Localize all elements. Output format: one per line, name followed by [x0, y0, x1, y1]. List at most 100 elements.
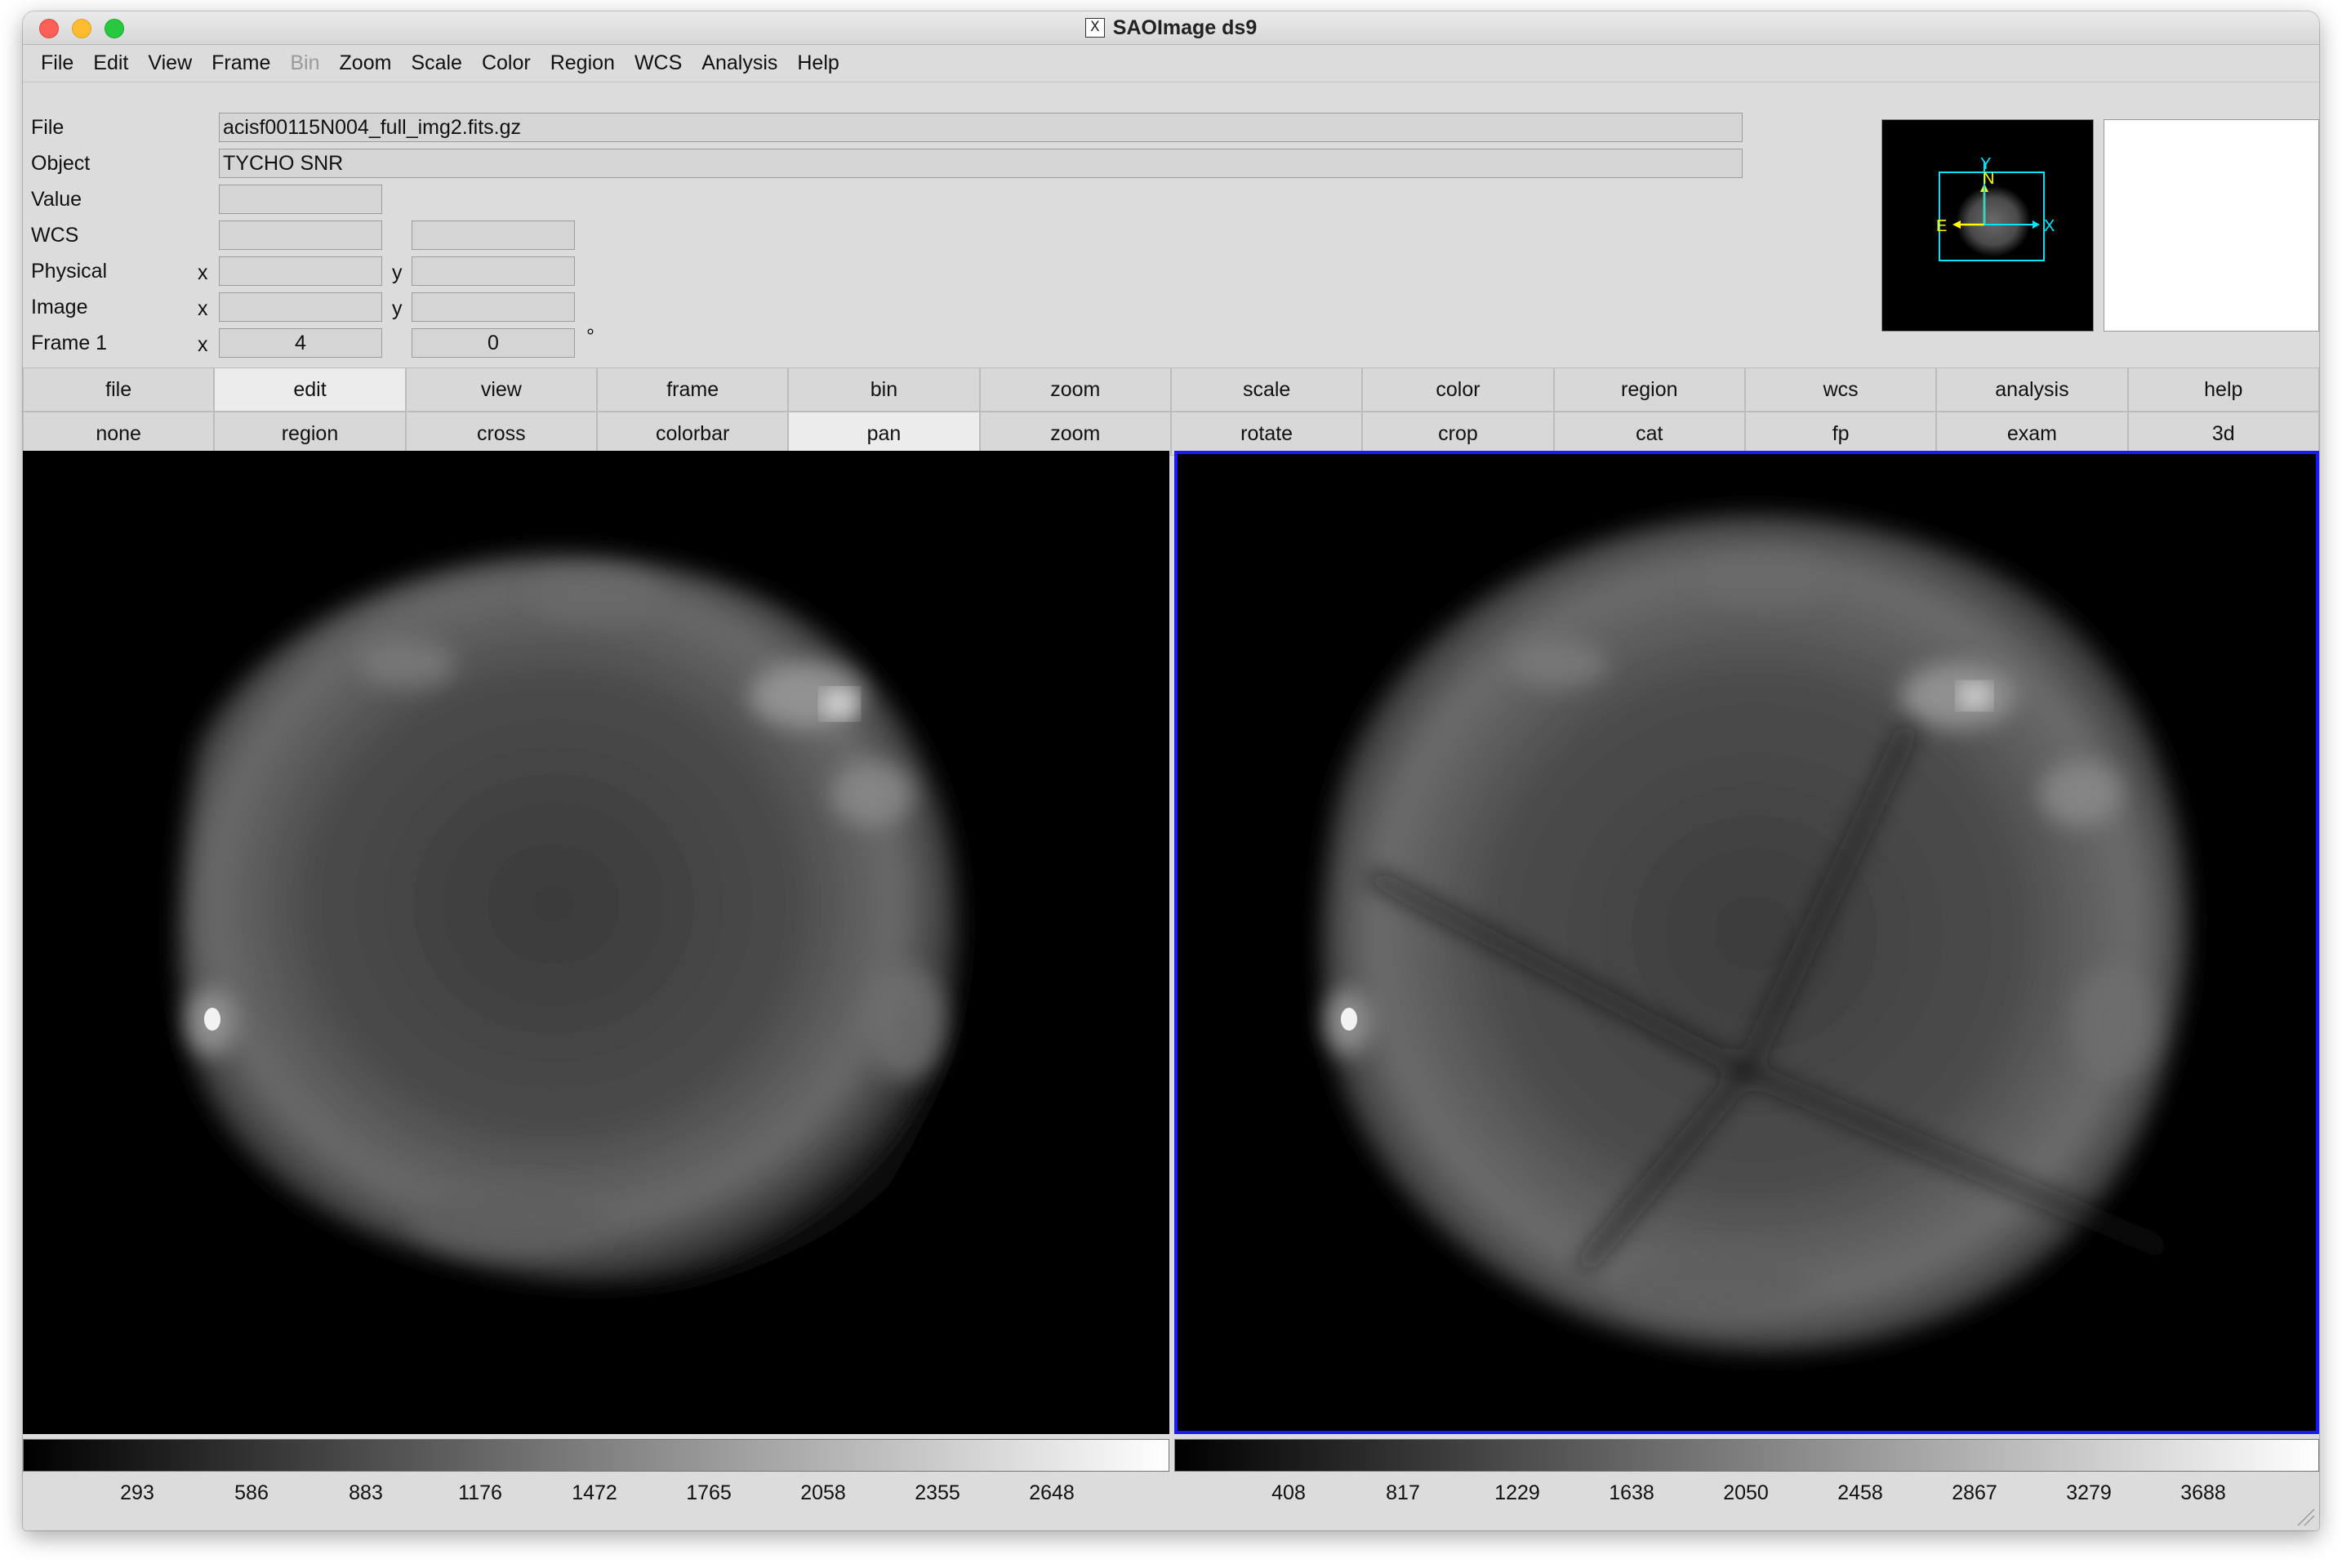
menu-view[interactable]: View	[138, 51, 202, 75]
physical-x-field	[219, 256, 382, 286]
menu-scale[interactable]: Scale	[401, 51, 472, 75]
button-bar-main: file edit view frame bin zoom scale colo…	[23, 368, 2319, 412]
compass-e-label: E	[1936, 217, 1947, 235]
btn-mode-fp[interactable]: fp	[1744, 412, 1937, 456]
colorbar-2-tick: 408	[1271, 1481, 1306, 1504]
colorbar-1-tick: 2355	[915, 1481, 960, 1504]
menu-help[interactable]: Help	[787, 51, 848, 75]
btn-color[interactable]: color	[1362, 368, 1554, 412]
object-label: Object	[31, 152, 91, 175]
menu-wcs[interactable]: WCS	[625, 51, 692, 75]
btn-mode-zoom[interactable]: zoom	[979, 412, 1171, 456]
colorbar-2-tick: 3688	[2180, 1481, 2226, 1504]
btn-mode-3d[interactable]: 3d	[2127, 412, 2319, 456]
colorbar-1-tick: 1765	[686, 1481, 732, 1504]
menu-analysis[interactable]: Analysis	[692, 51, 787, 75]
x11-icon: X	[1084, 18, 1105, 38]
resize-grip-icon[interactable]	[2295, 1506, 2316, 1527]
colorbar-1-tick: 293	[120, 1481, 154, 1504]
axis-y-label: Y	[1980, 155, 1991, 173]
frame-x-label: x	[198, 333, 208, 356]
image-x-field	[219, 292, 382, 322]
physical-y-field	[412, 256, 575, 286]
menu-file[interactable]: File	[31, 51, 83, 75]
colorbar-2-tick: 2867	[1952, 1481, 1997, 1504]
colorbar-1-tick: 1472	[572, 1481, 617, 1504]
btn-wcs[interactable]: wcs	[1744, 368, 1937, 412]
image-y-field	[412, 292, 575, 322]
colorbar-2-tick: 1229	[1494, 1481, 1540, 1504]
colorbar-2[interactable]	[1174, 1439, 2319, 1472]
magnifier	[2104, 119, 2319, 332]
file-field: acisf00115N004_full_img2.fits.gz	[219, 113, 1743, 142]
menu-bar: File Edit View Frame Bin Zoom Scale Colo…	[23, 45, 2319, 82]
colorbar-1-tick: 2648	[1029, 1481, 1075, 1504]
btn-mode-crop[interactable]: crop	[1362, 412, 1554, 456]
colorbar-2-ticks: 408 817 1229 1638 2050 2458 2867 3279 36…	[1174, 1481, 2319, 1514]
file-label: File	[31, 116, 65, 139]
btn-help[interactable]: help	[2127, 368, 2319, 412]
frame-angle-field: 0	[412, 328, 575, 358]
colorbar-2-tick: 817	[1386, 1481, 1420, 1504]
frame-zoom-field: 4	[219, 328, 382, 358]
btn-file[interactable]: file	[23, 368, 215, 412]
wcs-label: WCS	[31, 224, 79, 247]
btn-mode-none[interactable]: none	[23, 412, 215, 456]
title-bar[interactable]: X SAOImage ds9	[23, 11, 2319, 45]
btn-analysis[interactable]: analysis	[1936, 368, 2128, 412]
panner-thumbnail	[1956, 185, 2031, 257]
physical-x-label: x	[198, 261, 208, 284]
menu-edit[interactable]: Edit	[83, 51, 138, 75]
btn-scale[interactable]: scale	[1170, 368, 1363, 412]
btn-region[interactable]: region	[1553, 368, 1745, 412]
wcs-field-2	[412, 220, 575, 250]
panner[interactable]: N E Y X	[1881, 119, 2094, 332]
ds9-window: X SAOImage ds9 File Edit View Frame Bin …	[23, 11, 2319, 1530]
btn-frame[interactable]: frame	[596, 368, 789, 412]
axis-x-label: X	[2044, 217, 2055, 235]
image-y-label: y	[392, 297, 403, 320]
btn-view[interactable]: view	[405, 368, 597, 412]
colorbar-1-tick: 2058	[800, 1481, 846, 1504]
window-title: SAOImage ds9	[1112, 16, 1258, 39]
btn-mode-exam[interactable]: exam	[1936, 412, 2128, 456]
colorbar-2-tick: 1638	[1609, 1481, 1654, 1504]
btn-mode-region[interactable]: region	[214, 412, 406, 456]
physical-label: Physical	[31, 260, 108, 283]
image-frame-1[interactable]	[23, 451, 1169, 1434]
menu-color[interactable]: Color	[472, 51, 541, 75]
value-field	[219, 185, 382, 214]
menu-region[interactable]: Region	[541, 51, 625, 75]
btn-mode-colorbar[interactable]: colorbar	[596, 412, 789, 456]
image-x-label: x	[198, 297, 208, 320]
button-bar-edit: none region cross colorbar pan zoom rota…	[23, 412, 2319, 456]
degree-symbol: °	[586, 325, 594, 348]
colorbar-1[interactable]	[23, 1439, 1169, 1472]
btn-mode-rotate[interactable]: rotate	[1170, 412, 1363, 456]
btn-edit[interactable]: edit	[214, 368, 406, 412]
btn-zoom[interactable]: zoom	[979, 368, 1171, 412]
colorbar-2-tick: 3279	[2066, 1481, 2112, 1504]
btn-mode-pan[interactable]: pan	[788, 412, 980, 456]
colorbar-1-ticks: 293 586 883 1176 1472 1765 2058 2355 264…	[23, 1481, 1169, 1514]
panner-graphic: N E Y X	[1936, 155, 2055, 261]
colorbar-2-tick: 2050	[1723, 1481, 1769, 1504]
menu-frame[interactable]: Frame	[202, 51, 280, 75]
btn-mode-cross[interactable]: cross	[405, 412, 597, 456]
frame-label: Frame 1	[31, 332, 108, 354]
tycho-snr-image-2	[1322, 514, 2188, 1352]
image-label: Image	[31, 296, 88, 318]
colorbar-1-tick: 586	[234, 1481, 269, 1504]
colorbar-1-tick: 1176	[458, 1481, 502, 1504]
btn-mode-cat[interactable]: cat	[1553, 412, 1745, 456]
object-field: TYCHO SNR	[219, 149, 1743, 178]
colorbar-2-tick: 2458	[1837, 1481, 1883, 1504]
wcs-field-1	[219, 220, 382, 250]
btn-bin[interactable]: bin	[788, 368, 980, 412]
menu-zoom[interactable]: Zoom	[330, 51, 402, 75]
menu-bin: Bin	[290, 51, 320, 74]
colorbar-1-tick: 883	[349, 1481, 383, 1504]
image-frame-2-current[interactable]	[1174, 451, 2319, 1434]
tycho-snr-image-1	[179, 555, 960, 1283]
value-label: Value	[31, 188, 82, 211]
